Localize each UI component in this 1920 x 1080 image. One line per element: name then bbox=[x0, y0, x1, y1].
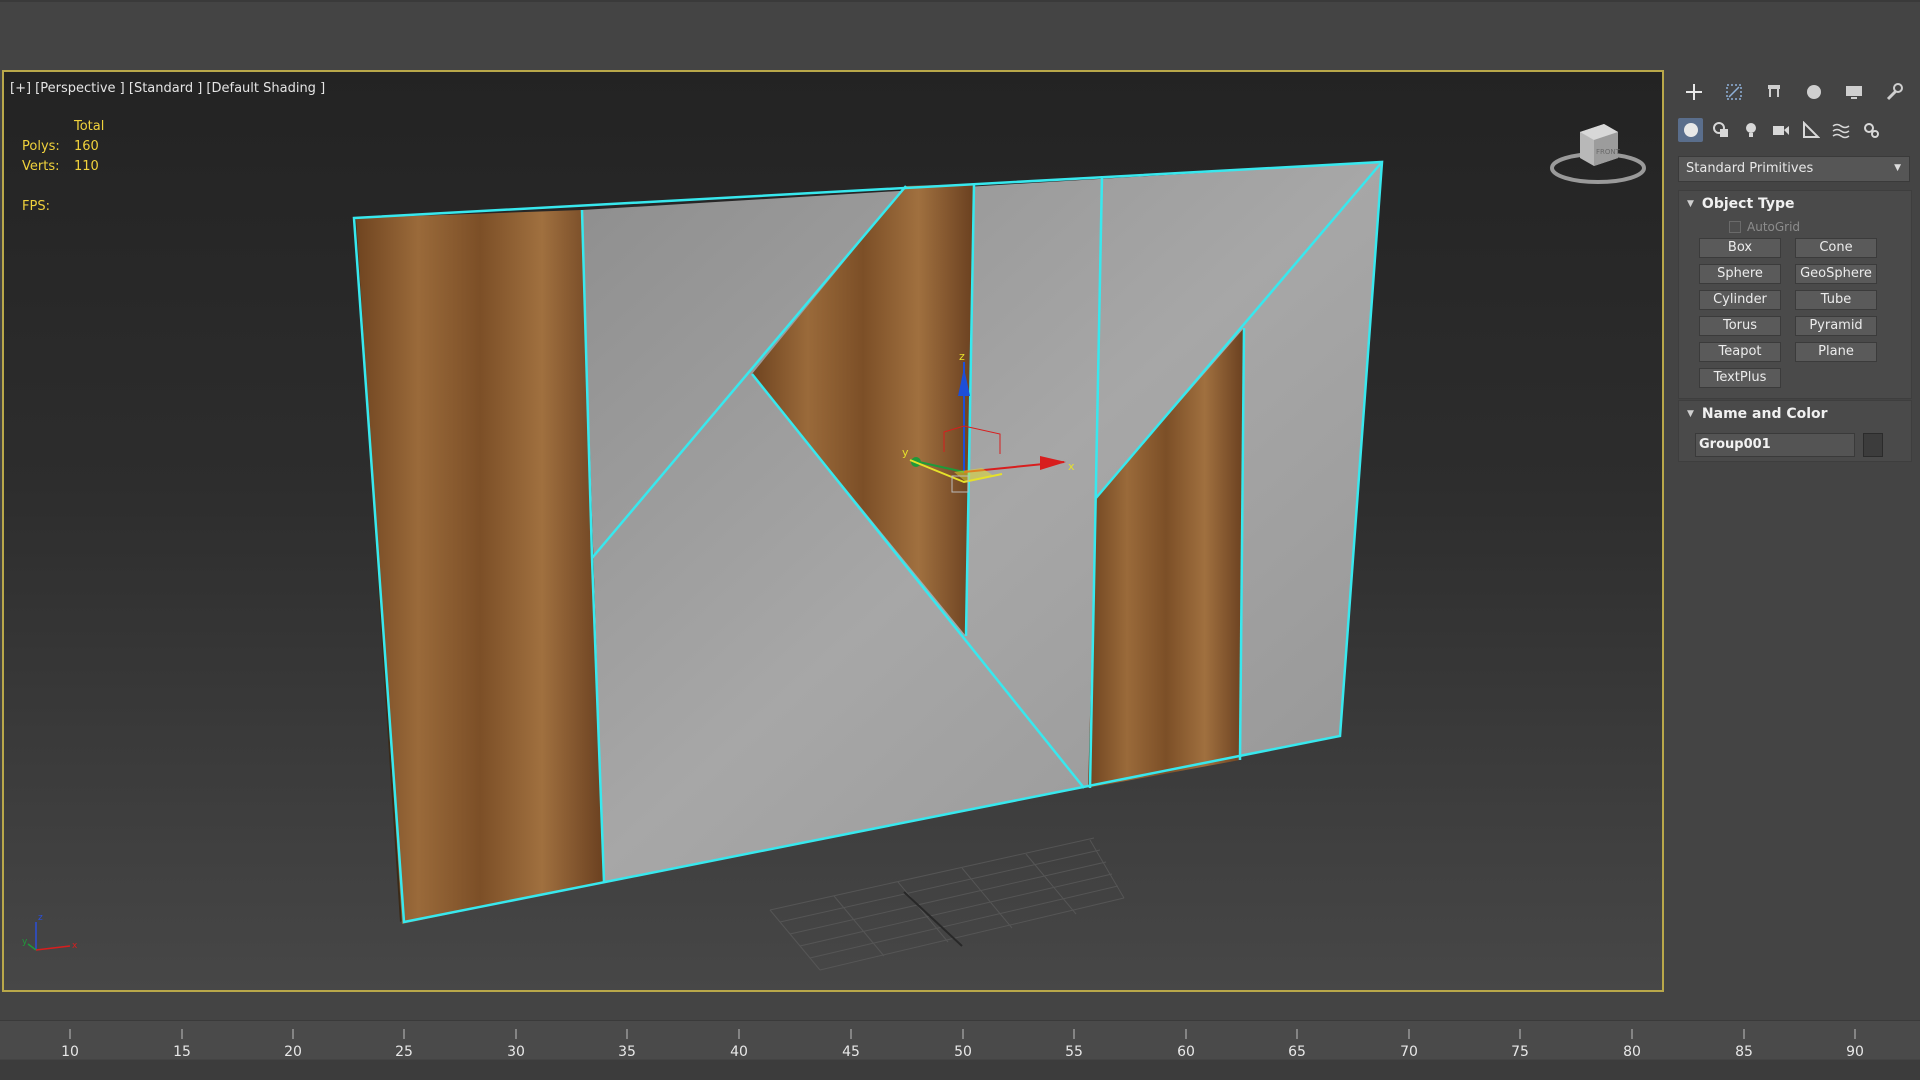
timeline-tick-label: 35 bbox=[618, 1044, 636, 1060]
timeline-tick-label: 55 bbox=[1065, 1044, 1083, 1060]
sphere-button[interactable]: Sphere bbox=[1699, 264, 1781, 284]
object-type-header[interactable]: ▼ Object Type bbox=[1679, 191, 1911, 217]
pyramid-button[interactable]: Pyramid bbox=[1795, 316, 1877, 336]
dropdown-value: Standard Primitives bbox=[1686, 161, 1814, 176]
verts-label: Verts: bbox=[22, 159, 60, 174]
tripod-z-label: z bbox=[38, 913, 43, 923]
ground-grid bbox=[769, 837, 1125, 971]
viewcube-icon[interactable]: FRONT bbox=[1548, 116, 1648, 188]
timeline-tick-label: 85 bbox=[1735, 1044, 1753, 1060]
utilities-icon[interactable] bbox=[1878, 78, 1910, 106]
plane-button[interactable]: Plane bbox=[1795, 342, 1877, 362]
autogrid-checkbox[interactable]: AutoGrid bbox=[1729, 220, 1911, 234]
name-color-rollout: ▼ Name and Color Group001 bbox=[1678, 400, 1912, 462]
primitive-type-dropdown[interactable]: Standard Primitives ▼ bbox=[1678, 156, 1910, 182]
timeline-tick-label: 20 bbox=[284, 1044, 302, 1060]
collapse-triangle-icon: ▼ bbox=[1687, 409, 1694, 419]
object-name-field[interactable]: Group001 bbox=[1695, 433, 1855, 457]
timeline-tick-label: 80 bbox=[1623, 1044, 1641, 1060]
collapse-triangle-icon: ▼ bbox=[1687, 199, 1694, 209]
timeline-tick-label: 25 bbox=[395, 1044, 413, 1060]
status-bar bbox=[0, 1060, 1920, 1080]
lights-icon[interactable] bbox=[1738, 118, 1763, 142]
box-button[interactable]: Box bbox=[1699, 238, 1781, 258]
viewport-label-menu[interactable]: [+] [Perspective ] [Standard ] [Default … bbox=[10, 81, 325, 96]
timeline-tick-label: 75 bbox=[1511, 1044, 1529, 1060]
viewcube-face-label: FRONT bbox=[1596, 148, 1621, 156]
stats-header: Total bbox=[74, 119, 105, 134]
gizmo-x-label: x bbox=[1068, 460, 1075, 473]
perspective-viewport[interactable]: x y z [+] [Perspective ] [Standard ] [De… bbox=[2, 70, 1664, 992]
concrete-panel[interactable] bbox=[582, 162, 1382, 882]
gizmo-z-label: z bbox=[959, 350, 965, 363]
geosphere-button[interactable]: GeoSphere bbox=[1795, 264, 1877, 284]
checkbox-icon bbox=[1729, 221, 1741, 233]
chevron-down-icon: ▼ bbox=[1894, 163, 1901, 173]
polys-value: 160 bbox=[74, 139, 99, 154]
stats-overlay: Total Polys: 160 Verts: 110 bbox=[22, 119, 104, 179]
autogrid-label: AutoGrid bbox=[1747, 220, 1801, 234]
timeline-tick-label: 50 bbox=[954, 1044, 972, 1060]
timeline-tick-label: 60 bbox=[1177, 1044, 1195, 1060]
polys-label: Polys: bbox=[22, 139, 60, 154]
hierarchy-icon[interactable] bbox=[1758, 78, 1790, 106]
timeline-tick-label: 90 bbox=[1846, 1044, 1864, 1060]
textplus-button[interactable]: TextPlus bbox=[1699, 368, 1781, 388]
tripod-y-label: y bbox=[22, 937, 28, 947]
helpers-icon[interactable] bbox=[1798, 118, 1823, 142]
timeline-tick-label: 70 bbox=[1400, 1044, 1418, 1060]
cameras-icon[interactable] bbox=[1768, 118, 1793, 142]
timeline-tick-label: 40 bbox=[730, 1044, 748, 1060]
cylinder-button[interactable]: Cylinder bbox=[1699, 290, 1781, 310]
motion-icon[interactable] bbox=[1798, 78, 1830, 106]
teapot-button[interactable]: Teapot bbox=[1699, 342, 1781, 362]
timeline-tick-label: 10 bbox=[61, 1044, 79, 1060]
verts-value: 110 bbox=[74, 159, 99, 174]
timeline-tick-label: 30 bbox=[507, 1044, 525, 1060]
spacewarps-icon[interactable] bbox=[1828, 118, 1853, 142]
display-icon[interactable] bbox=[1838, 78, 1870, 106]
axis-tripod-icon: z x y bbox=[22, 913, 78, 951]
cone-button[interactable]: Cone bbox=[1795, 238, 1877, 258]
name-color-title: Name and Color bbox=[1701, 406, 1828, 422]
timeline-tick-label: 45 bbox=[842, 1044, 860, 1060]
create-icon[interactable] bbox=[1678, 78, 1710, 106]
main-toolbar-area bbox=[0, 0, 1920, 70]
create-subcategories bbox=[1678, 118, 1883, 142]
name-color-header[interactable]: ▼ Name and Color bbox=[1679, 401, 1911, 427]
geometry-icon[interactable] bbox=[1678, 118, 1703, 142]
torus-button[interactable]: Torus bbox=[1699, 316, 1781, 336]
timeline-tick-label: 65 bbox=[1288, 1044, 1306, 1060]
gizmo-y-label: y bbox=[902, 446, 909, 459]
systems-icon[interactable] bbox=[1858, 118, 1883, 142]
primitive-buttons: Box Cone Sphere GeoSphere Cylinder Tube … bbox=[1699, 238, 1911, 398]
scene-canvas[interactable]: x y z bbox=[4, 72, 1664, 992]
modify-icon[interactable] bbox=[1718, 78, 1750, 106]
tripod-x-label: x bbox=[72, 941, 78, 951]
command-panel-tabs bbox=[1678, 78, 1910, 106]
timeline-ruler[interactable]: 10 15 20 25 30 35 40 45 50 55 60 65 70 7… bbox=[0, 1020, 1920, 1060]
command-panel: Standard Primitives ▼ ▼ Object Type Auto… bbox=[1672, 70, 1920, 992]
tube-button[interactable]: Tube bbox=[1795, 290, 1877, 310]
object-type-rollout: ▼ Object Type AutoGrid Box Cone Sphere G… bbox=[1678, 190, 1912, 399]
object-color-swatch[interactable] bbox=[1863, 433, 1883, 457]
timeline-tick-label: 15 bbox=[173, 1044, 191, 1060]
object-type-title: Object Type bbox=[1701, 196, 1795, 212]
fps-label: FPS: bbox=[22, 199, 50, 214]
shapes-icon[interactable] bbox=[1708, 118, 1733, 142]
